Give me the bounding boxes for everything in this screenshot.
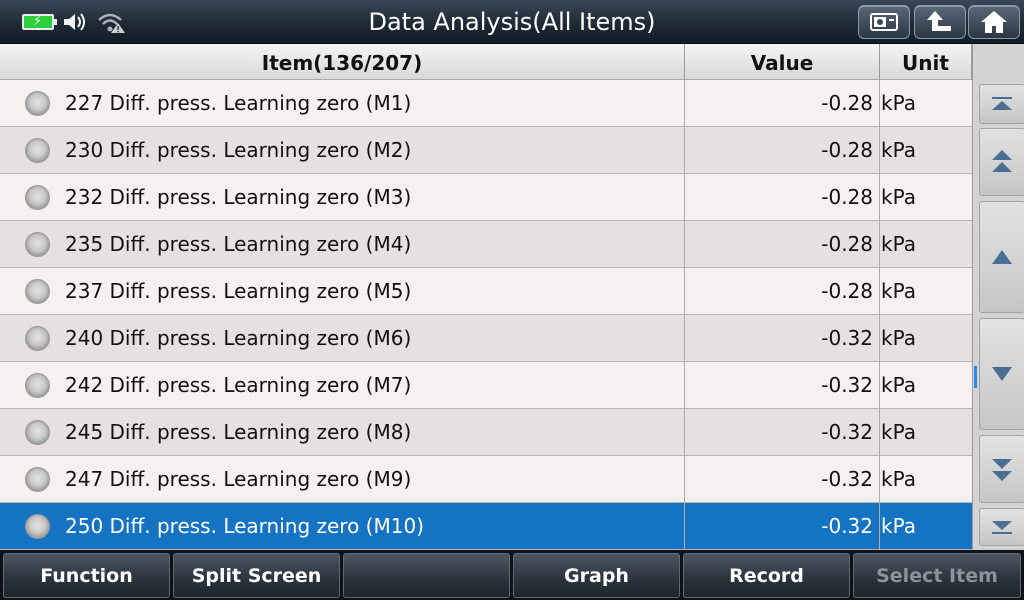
item-name: 250 Diff. press. Learning zero (M10) <box>65 514 424 538</box>
item-unit: kPa <box>881 514 916 538</box>
row-radio[interactable] <box>25 514 50 539</box>
row-radio[interactable] <box>25 91 50 116</box>
item-value: -0.32 <box>821 514 873 538</box>
item-unit: kPa <box>881 326 916 350</box>
table-header: Item(136/207) Value Unit <box>0 44 972 80</box>
item-value: -0.28 <box>821 138 873 162</box>
column-header-value[interactable]: Value <box>685 44 880 80</box>
item-name: 245 Diff. press. Learning zero (M8) <box>65 420 412 444</box>
row-radio[interactable] <box>25 420 50 445</box>
scroll-down-button[interactable] <box>979 318 1024 430</box>
scroll-position-indicator <box>974 366 977 388</box>
bottom-toolbar: Function Split Screen Graph Record Selec… <box>0 550 1024 600</box>
back-arrow-icon <box>927 11 951 31</box>
item-unit: kPa <box>881 420 916 444</box>
row-radio[interactable] <box>25 326 50 351</box>
table-row[interactable]: 232 Diff. press. Learning zero (M3) -0.2… <box>0 174 972 221</box>
item-value: -0.32 <box>821 420 873 444</box>
item-unit: kPa <box>881 232 916 256</box>
chevron-up-icon <box>992 250 1012 264</box>
item-name: 230 Diff. press. Learning zero (M2) <box>65 138 412 162</box>
item-value: -0.32 <box>821 373 873 397</box>
column-header-unit[interactable]: Unit <box>880 44 972 80</box>
column-divider <box>684 80 685 550</box>
table-row[interactable]: 235 Diff. press. Learning zero (M4) -0.2… <box>0 221 972 268</box>
table-row[interactable]: 242 Diff. press. Learning zero (M7) -0.3… <box>0 362 972 409</box>
table-row[interactable]: 240 Diff. press. Learning zero (M6) -0.3… <box>0 315 972 362</box>
item-name: 227 Diff. press. Learning zero (M1) <box>65 91 412 115</box>
graph-button[interactable]: Graph <box>513 553 680 598</box>
row-radio[interactable] <box>25 138 50 163</box>
page-down-button[interactable] <box>979 435 1024 503</box>
item-name: 247 Diff. press. Learning zero (M9) <box>65 467 412 491</box>
scroll-controls <box>972 44 1024 550</box>
split-screen-button[interactable]: Split Screen <box>173 553 340 598</box>
row-radio[interactable] <box>25 467 50 492</box>
row-radio[interactable] <box>25 279 50 304</box>
double-chevron-up-icon <box>992 150 1012 172</box>
item-name: 232 Diff. press. Learning zero (M3) <box>65 185 412 209</box>
camera-icon <box>870 13 898 31</box>
scroll-top-button[interactable] <box>979 84 1024 124</box>
table-row[interactable]: 245 Diff. press. Learning zero (M8) -0.3… <box>0 409 972 456</box>
function-button[interactable]: Function <box>3 553 170 598</box>
column-divider <box>879 80 880 550</box>
page-up-button[interactable] <box>979 128 1024 196</box>
item-unit: kPa <box>881 91 916 115</box>
table-row-selected[interactable]: 250 Diff. press. Learning zero (M10) -0.… <box>0 503 972 550</box>
item-unit: kPa <box>881 279 916 303</box>
chevron-down-icon <box>992 367 1012 381</box>
item-value: -0.28 <box>821 185 873 209</box>
row-radio[interactable] <box>25 232 50 257</box>
double-chevron-down-icon <box>992 459 1012 481</box>
column-header-item[interactable]: Item(136/207) <box>0 44 685 80</box>
back-button[interactable] <box>914 5 966 39</box>
record-button[interactable]: Record <box>683 553 850 598</box>
item-value: -0.32 <box>821 326 873 350</box>
item-value: -0.28 <box>821 91 873 115</box>
table-row[interactable]: 230 Diff. press. Learning zero (M2) -0.2… <box>0 127 972 174</box>
table-row[interactable]: 247 Diff. press. Learning zero (M9) -0.3… <box>0 456 972 503</box>
item-unit: kPa <box>881 185 916 209</box>
item-unit: kPa <box>881 467 916 491</box>
screenshot-button[interactable] <box>858 5 910 39</box>
table-rows: 227 Diff. press. Learning zero (M1) -0.2… <box>0 80 972 550</box>
select-item-button[interactable]: Select Item <box>853 553 1021 598</box>
item-name: 242 Diff. press. Learning zero (M7) <box>65 373 412 397</box>
item-value: -0.28 <box>821 232 873 256</box>
home-button[interactable] <box>968 5 1020 39</box>
row-radio[interactable] <box>25 373 50 398</box>
row-radio[interactable] <box>25 185 50 210</box>
scroll-to-top-icon <box>992 97 1012 110</box>
item-name: 240 Diff. press. Learning zero (M6) <box>65 326 412 350</box>
title-bar: ⚡ Data Analysis(All Items) <box>0 0 1024 44</box>
empty-button[interactable] <box>343 553 510 598</box>
data-table: Item(136/207) Value Unit 227 Diff. press… <box>0 44 972 550</box>
item-value: -0.28 <box>821 279 873 303</box>
home-icon <box>981 11 1007 33</box>
item-value: -0.32 <box>821 467 873 491</box>
item-name: 237 Diff. press. Learning zero (M5) <box>65 279 412 303</box>
table-row[interactable]: 237 Diff. press. Learning zero (M5) -0.2… <box>0 268 972 315</box>
scroll-to-bottom-icon <box>992 521 1012 534</box>
item-name: 235 Diff. press. Learning zero (M4) <box>65 232 412 256</box>
scroll-bottom-button[interactable] <box>979 508 1024 546</box>
scroll-up-button[interactable] <box>979 201 1024 313</box>
item-unit: kPa <box>881 373 916 397</box>
item-unit: kPa <box>881 138 916 162</box>
table-row[interactable]: 227 Diff. press. Learning zero (M1) -0.2… <box>0 80 972 127</box>
